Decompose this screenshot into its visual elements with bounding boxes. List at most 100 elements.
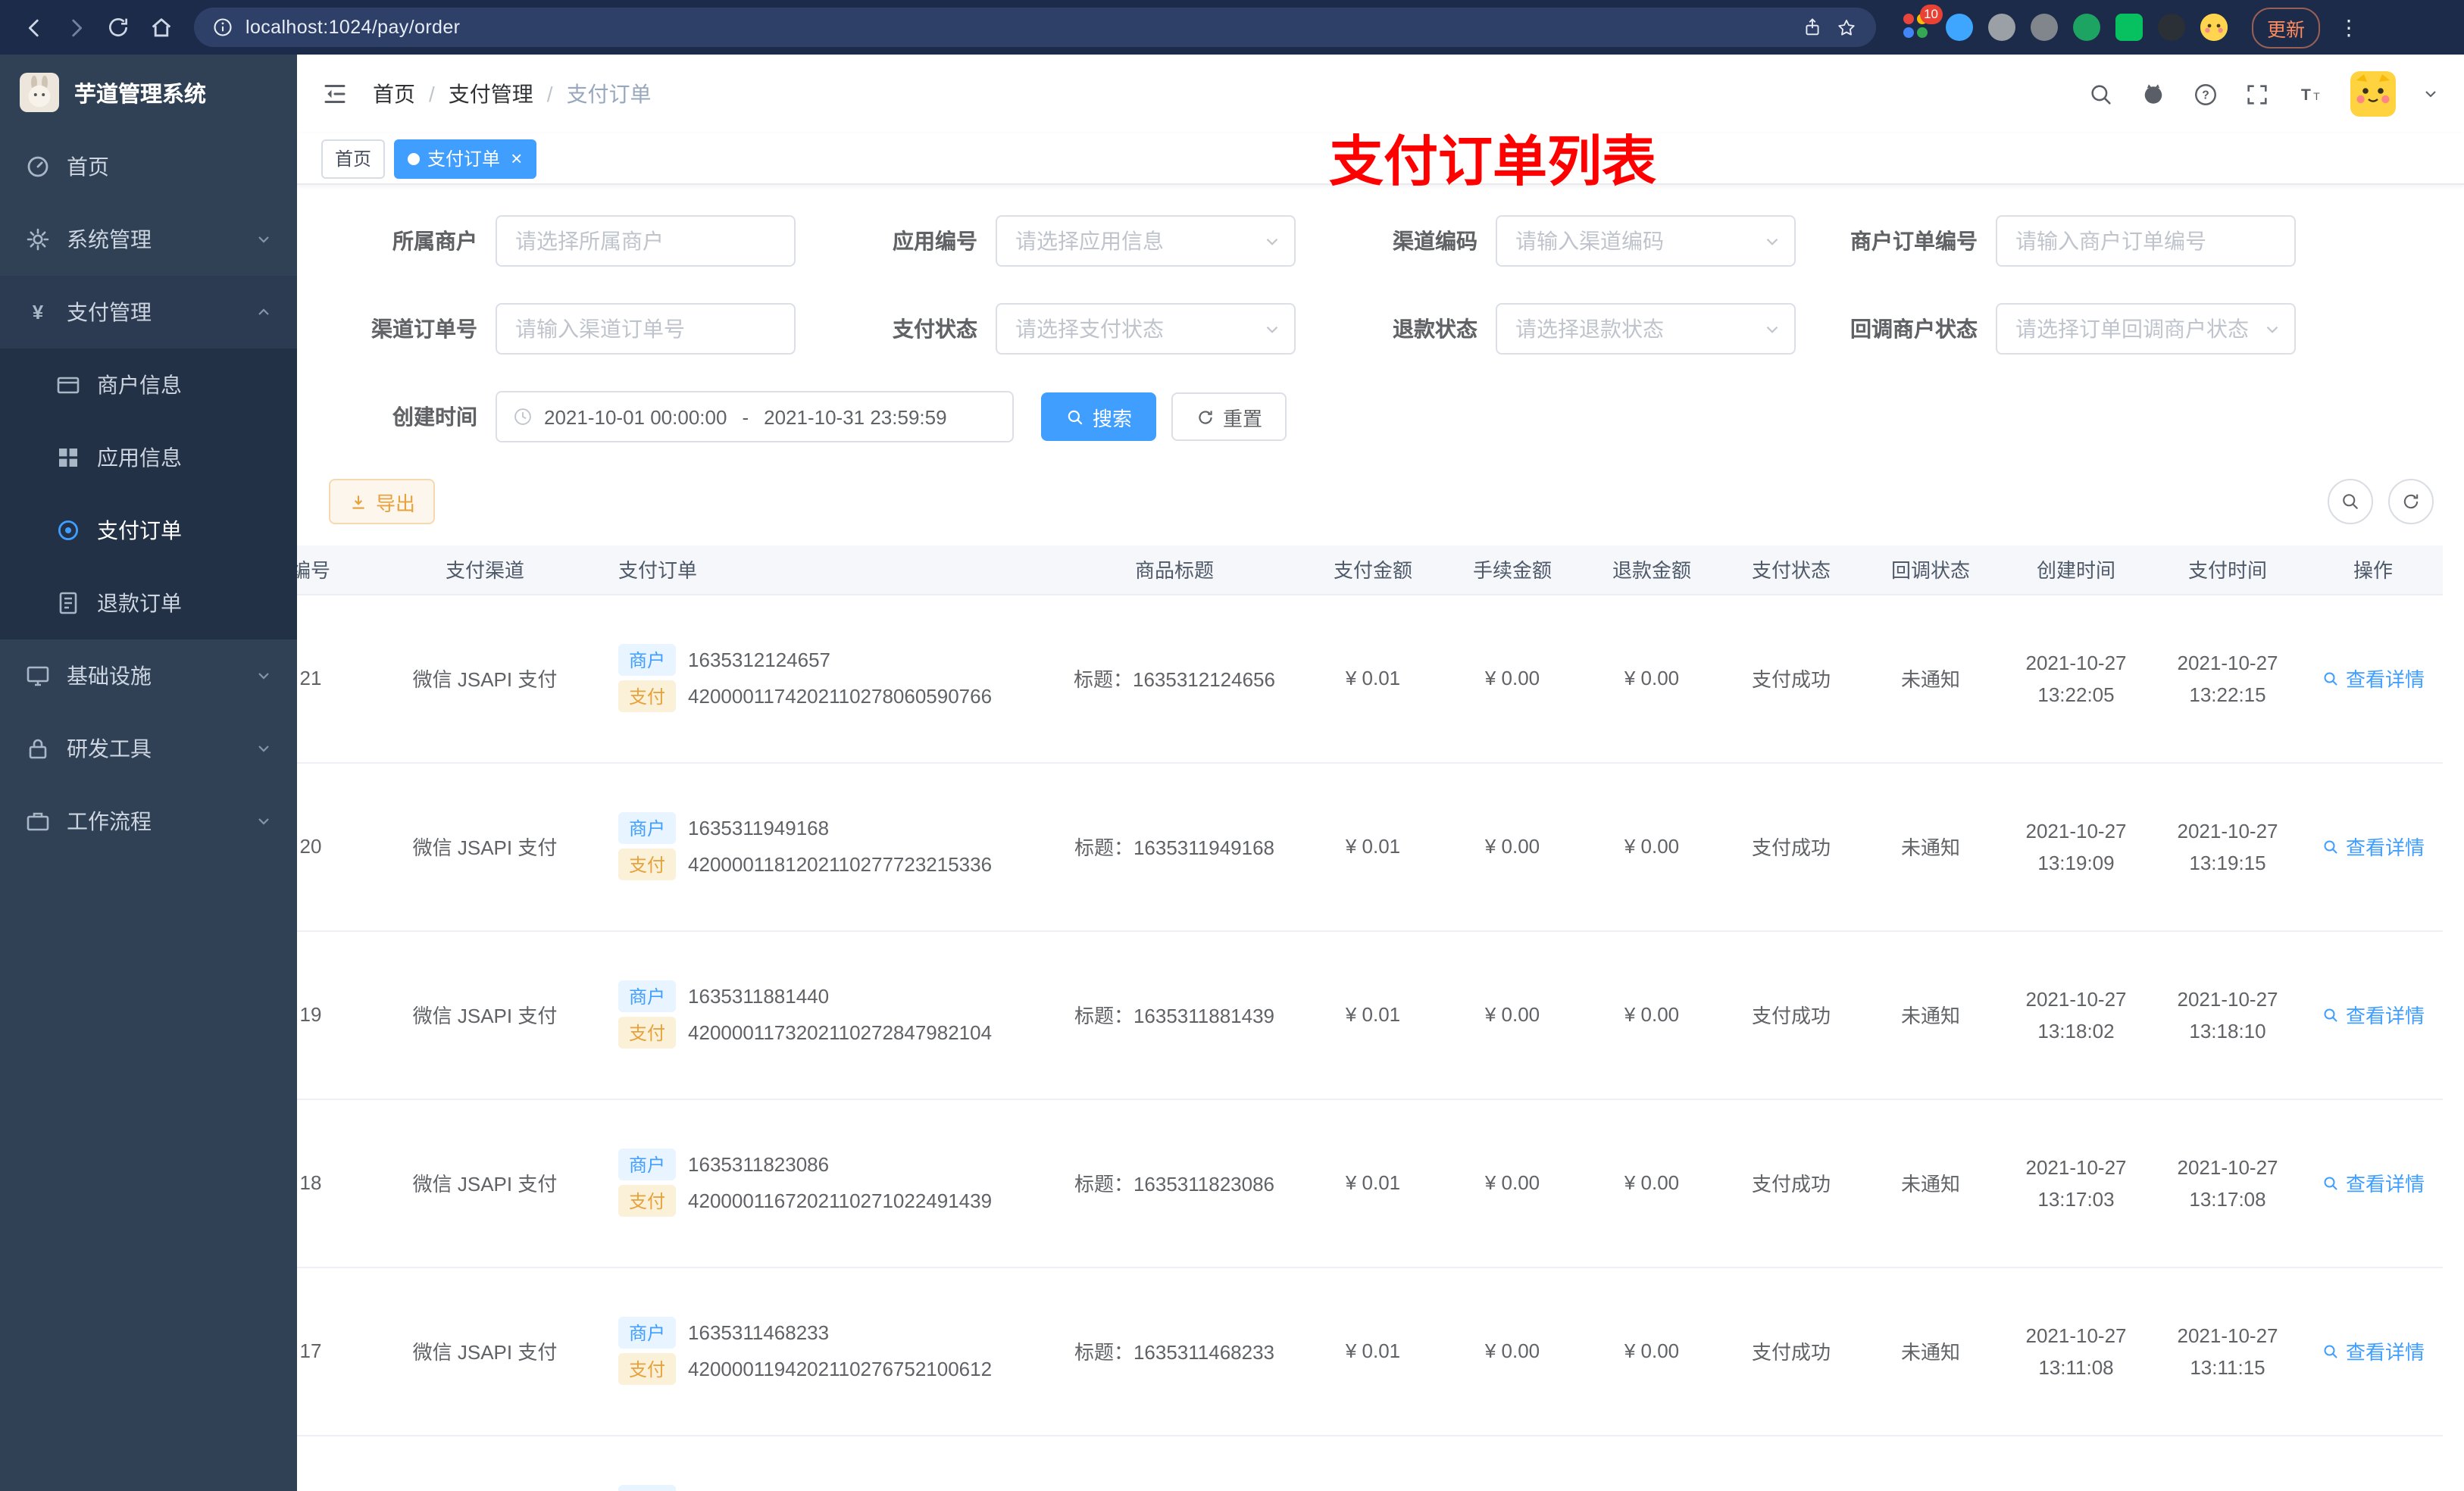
search-button[interactable]: 搜索 <box>1041 392 1157 441</box>
notify-status-cell <box>1861 1435 2000 1491</box>
profile-avatar-icon[interactable] <box>2200 14 2228 41</box>
refund-status-select[interactable]: 请选择退款状态 <box>1496 303 1796 355</box>
github-icon[interactable] <box>2140 80 2167 108</box>
svg-text:?: ? <box>2202 89 2209 102</box>
site-info-icon[interactable] <box>212 17 233 38</box>
share-icon[interactable] <box>1802 17 1823 38</box>
sidebar-item-pay-order[interactable]: 支付订单 <box>0 494 297 567</box>
view-detail-link[interactable]: 查看详情 <box>2322 832 2425 861</box>
user-avatar[interactable] <box>2350 71 2396 117</box>
fee-amount-cell: ¥ 0.00 <box>1443 594 1582 763</box>
extension-icons: 10 <box>1903 5 2228 41</box>
pay-time-cell: 2021-10-27 13:17:08 <box>2152 1099 2303 1268</box>
green-extension-icon[interactable] <box>2073 14 2100 41</box>
sidebar-item-home[interactable]: 首页 <box>0 130 297 203</box>
sidebar-item-system[interactable]: 系统管理 <box>0 203 297 276</box>
app-id-select[interactable]: 请选择应用信息 <box>996 215 1296 267</box>
breadcrumb-home[interactable]: 首页 <box>373 79 415 109</box>
breadcrumb-pay-mgmt[interactable]: 支付管理 <box>449 79 533 109</box>
pay-channel-cell: 微信 JSAPI 支付 <box>364 1099 606 1268</box>
font-size-icon[interactable]: TT <box>2296 81 2325 107</box>
merchant-filter-input[interactable] <box>496 215 796 267</box>
filter-label: 创建时间 <box>392 405 477 429</box>
sidebar-item-devtools[interactable]: 研发工具 <box>0 712 297 785</box>
address-bar[interactable]: localhost:1024/pay/order <box>194 8 1876 47</box>
browser-forward-icon[interactable] <box>58 9 94 45</box>
sidebar-item-app-info[interactable]: 应用信息 <box>0 421 297 494</box>
pay-order-cell: 商户 1635311881440 支付 42000011732021102728… <box>606 930 1046 1099</box>
view-detail-link[interactable]: 查看详情 <box>2322 1336 2425 1365</box>
pay-time-cell: 2021-10-27 13:18:10 <box>2152 930 2303 1099</box>
channel-order-no-input[interactable] <box>496 303 796 355</box>
product-title-cell: 标题：1635312124656 <box>1046 594 1303 763</box>
table-row: 18 微信 JSAPI 支付 商户 1635311823086 支付 42000… <box>297 1099 2443 1268</box>
orders-table: 编号 支付渠道 支付订单 商品标题 支付金额 手续金额 退款金额 支付状态 回调… <box>297 545 2443 1491</box>
filter-label: 所属商户 <box>392 229 477 253</box>
tab-home[interactable]: 首页 <box>321 139 386 178</box>
caret-down-icon[interactable] <box>2422 85 2440 103</box>
header-search-icon[interactable] <box>2088 81 2114 107</box>
merchant-order-no-input[interactable] <box>1996 215 2296 267</box>
bookmark-star-icon[interactable] <box>1835 16 1858 39</box>
extensions-grid-icon[interactable]: 10 <box>1903 5 1943 41</box>
screen: localhost:1024/pay/order 10 更新 ⋮ 芋道管理系统 … <box>0 0 2464 1491</box>
sidebar-item-refund-order[interactable]: 退款订单 <box>0 567 297 639</box>
dashboard-icon <box>24 155 52 179</box>
order-id-cell: 18 <box>297 1099 364 1268</box>
chevron-down-icon <box>255 739 273 758</box>
chevron-down-icon <box>255 667 273 685</box>
browser-reload-icon[interactable] <box>100 9 136 45</box>
notify-status-select[interactable]: 请选择订单回调商户状态 <box>1996 303 2296 355</box>
pay-status-select[interactable]: 请选择支付状态 <box>996 303 1296 355</box>
blue-extension-icon[interactable] <box>1946 14 1973 41</box>
gray-extension-icon-2[interactable] <box>2031 14 2058 41</box>
date-end: 2021-10-31 23:59:59 <box>764 405 947 428</box>
fullscreen-icon[interactable] <box>2244 81 2270 107</box>
help-icon[interactable]: ? <box>2193 81 2219 107</box>
order-id-cell: 17 <box>297 1267 364 1436</box>
table-toolbar: 导出 <box>297 479 2464 524</box>
tab-pay-order[interactable]: 支付订单 × <box>394 139 536 178</box>
sidebar-item-merchant-info[interactable]: 商户信息 <box>0 349 297 421</box>
browser-menu-icon[interactable]: ⋮ <box>2338 14 2361 40</box>
menu-fold-icon[interactable] <box>321 80 349 108</box>
browser-back-icon[interactable] <box>15 9 52 45</box>
pay-amount-cell: ¥ 0.01 <box>1303 594 1443 763</box>
pay-tag: 支付 <box>618 1353 677 1386</box>
toggle-search-button[interactable] <box>2328 479 2373 524</box>
gear-icon <box>24 227 52 252</box>
view-detail-link[interactable]: 查看详情 <box>2322 664 2425 692</box>
product-title-cell: 标题： <box>1046 1435 1303 1491</box>
gray-extension-icon[interactable] <box>1988 14 2015 41</box>
refresh-table-button[interactable] <box>2388 479 2434 524</box>
browser-home-icon[interactable] <box>142 9 179 45</box>
channel-code-select[interactable]: 请输入渠道编码 <box>1496 215 1796 267</box>
view-detail-link[interactable]: 查看详情 <box>2322 1000 2425 1029</box>
chevron-down-icon <box>1262 319 1282 339</box>
view-detail-link[interactable]: 查看详情 <box>2322 1168 2425 1197</box>
wechat-devtools-icon[interactable] <box>2115 14 2143 41</box>
tab-close-icon[interactable]: × <box>511 148 522 168</box>
sidebar-item-infra[interactable]: 基础设施 <box>0 639 297 712</box>
extension-badge: 10 <box>1919 5 1943 23</box>
sidebar-item-workflow[interactable]: 工作流程 <box>0 785 297 858</box>
dark-extension-icon[interactable] <box>2158 14 2185 41</box>
refund-amount-cell: ¥ 0.00 <box>1582 594 1721 763</box>
create-time-range-picker[interactable]: 2021-10-01 00:00:00 - 2021-10-31 23:59:5… <box>496 391 1014 442</box>
merchant-tag: 商户 <box>618 1484 677 1491</box>
pay-amount-cell: ¥ 0.01 <box>1303 1099 1443 1268</box>
lock-icon <box>24 736 52 761</box>
refund-amount-cell: ¥ 0.00 <box>1582 1099 1721 1268</box>
action-cell: 查看详情 <box>2303 930 2443 1099</box>
chevron-down-icon <box>1262 231 1282 251</box>
pay-order-cell: 商户 1635312124657 支付 42000011742021102780… <box>606 594 1046 763</box>
create-time-cell <box>2000 1435 2152 1491</box>
reset-button[interactable]: 重置 <box>1171 392 1287 441</box>
product-title-cell: 标题：1635311823086 <box>1046 1099 1303 1268</box>
notify-status-cell: 未通知 <box>1861 1099 2000 1268</box>
product-title-cell: 标题：1635311468233 <box>1046 1267 1303 1436</box>
sidebar-item-payment[interactable]: ¥ 支付管理 <box>0 276 297 349</box>
pay-time-cell: 2021-10-27 13:19:15 <box>2152 762 2303 931</box>
export-button[interactable]: 导出 <box>329 479 436 524</box>
browser-update-button[interactable]: 更新 <box>2252 7 2321 48</box>
